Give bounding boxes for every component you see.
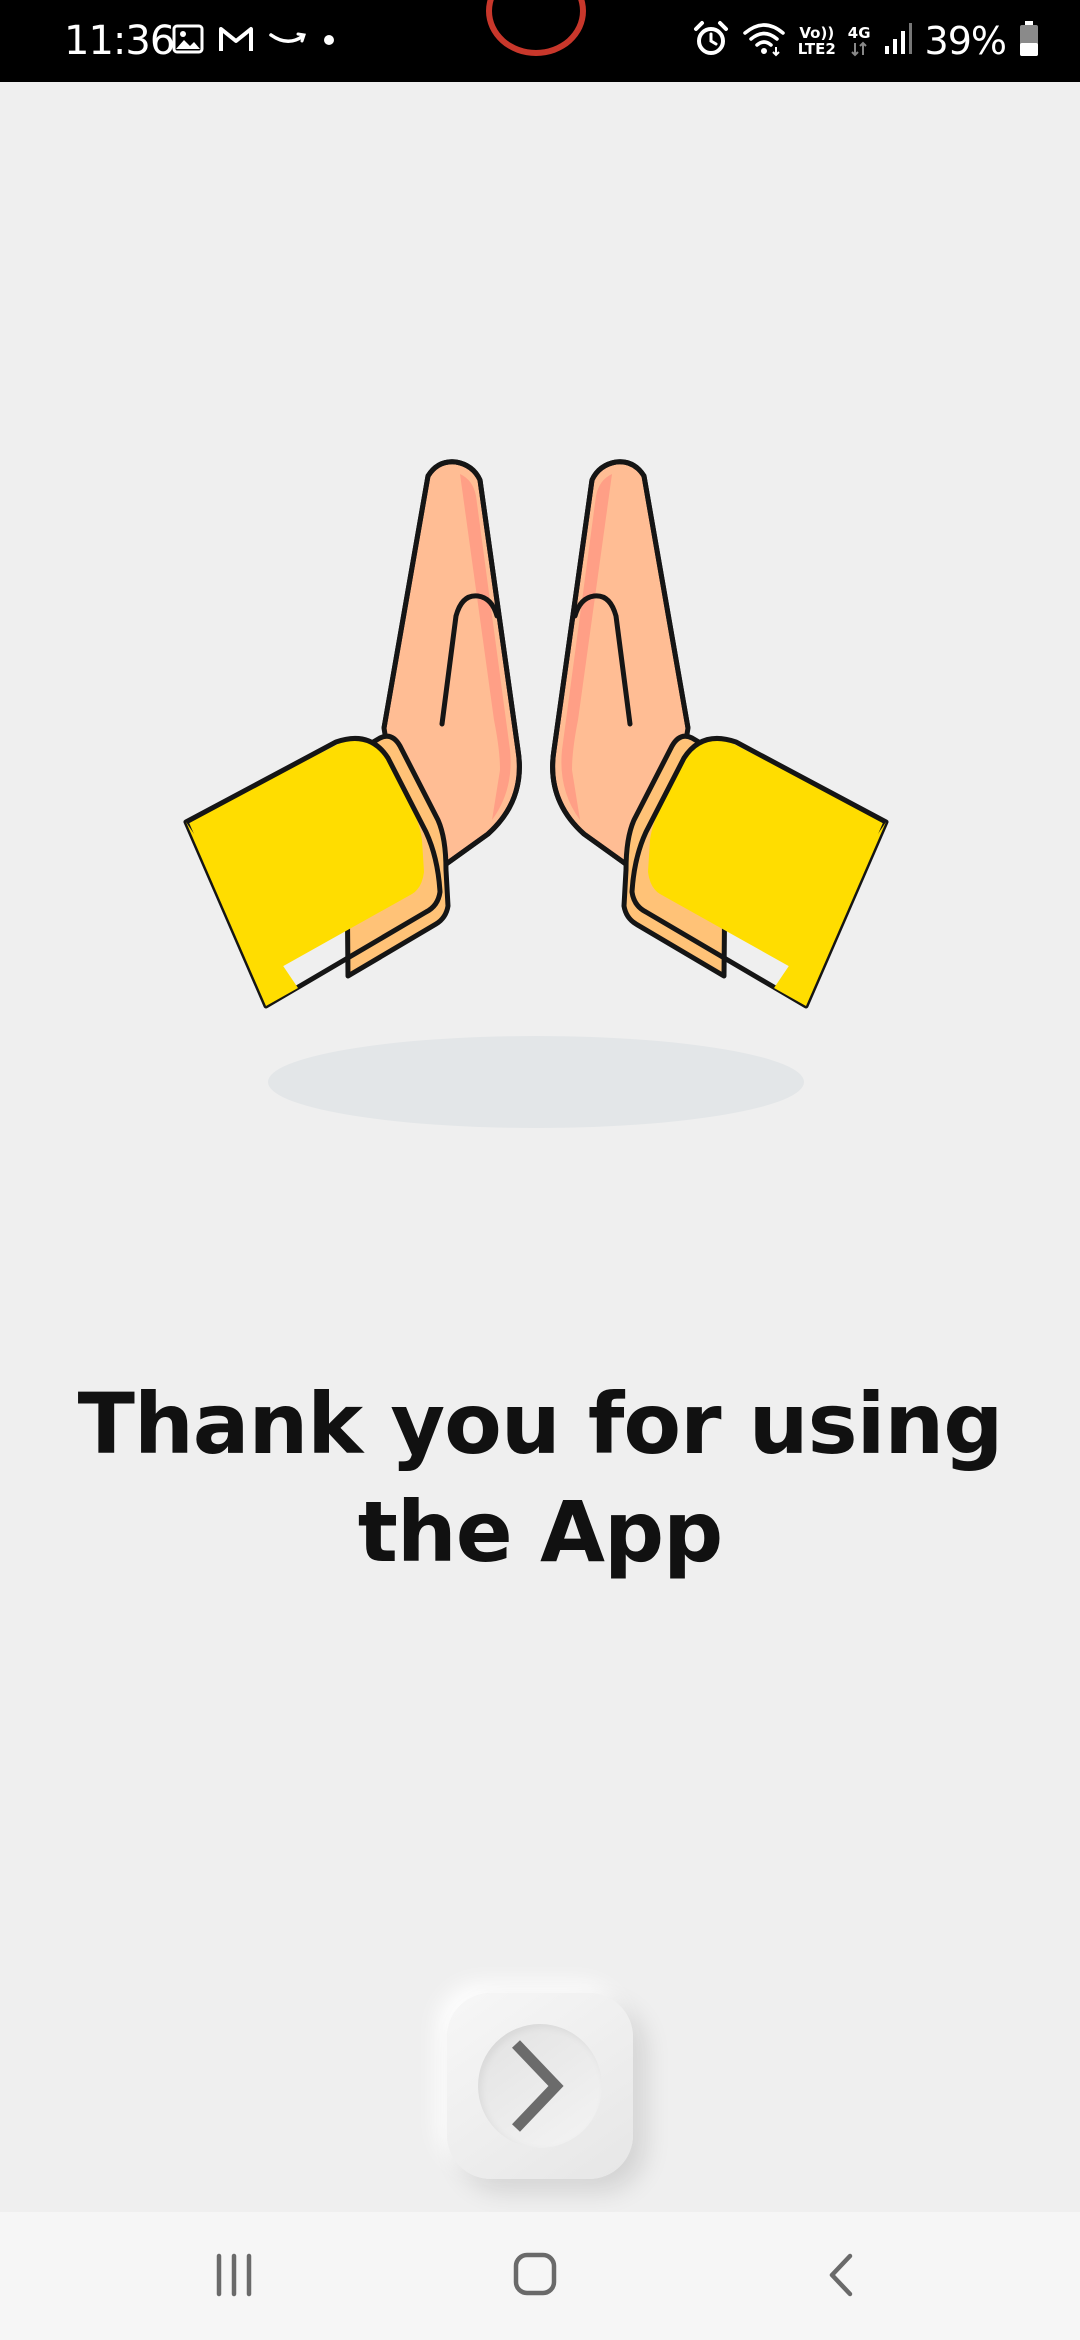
lte-label: LTE2	[797, 40, 836, 58]
home-button[interactable]	[496, 2246, 576, 2306]
gallery-icon	[172, 24, 204, 58]
back-icon	[829, 2253, 853, 2297]
camera-cutout	[486, 0, 586, 56]
thank-you-message: Thank you for using the App	[77, 1375, 1004, 1581]
navigation-bar	[0, 2212, 1080, 2340]
system-status-icons: Vo)) LTE2 4G 39%	[692, 14, 1040, 68]
amazon-icon	[268, 29, 308, 53]
recent-apps-button[interactable]	[194, 2246, 274, 2306]
wifi-icon	[742, 21, 786, 61]
dot-icon	[322, 32, 336, 51]
next-button-inner	[478, 2024, 602, 2148]
chevron-right-icon	[512, 2040, 564, 2132]
praying-hands-icon	[170, 440, 910, 1160]
volte-icon: Vo)) LTE2	[798, 25, 836, 57]
battery-icon	[1018, 20, 1040, 62]
back-button[interactable]	[800, 2246, 880, 2306]
left-hand	[183, 459, 522, 1009]
next-button[interactable]	[447, 1993, 633, 2179]
signal-icon	[883, 22, 913, 60]
status-time: 11:36	[64, 18, 175, 64]
gmail-icon	[218, 25, 254, 57]
volte-label: Vo))	[799, 24, 835, 42]
recent-apps-icon	[216, 2253, 252, 2297]
notification-icons	[172, 20, 336, 62]
right-hand	[550, 459, 889, 1009]
status-bar: 11:36 Vo)) LTE2 4G 39%	[0, 0, 1080, 82]
4g-icon: 4G	[848, 25, 871, 57]
battery-percent: 39%	[924, 19, 1007, 63]
network-label: 4G	[847, 24, 871, 42]
home-icon	[513, 2252, 557, 2296]
alarm-icon	[692, 20, 730, 62]
hands-shadow	[268, 1036, 804, 1128]
thank-you-screen: 11:36 Vo)) LTE2 4G 39% Thank you for usi…	[0, 0, 1080, 2340]
